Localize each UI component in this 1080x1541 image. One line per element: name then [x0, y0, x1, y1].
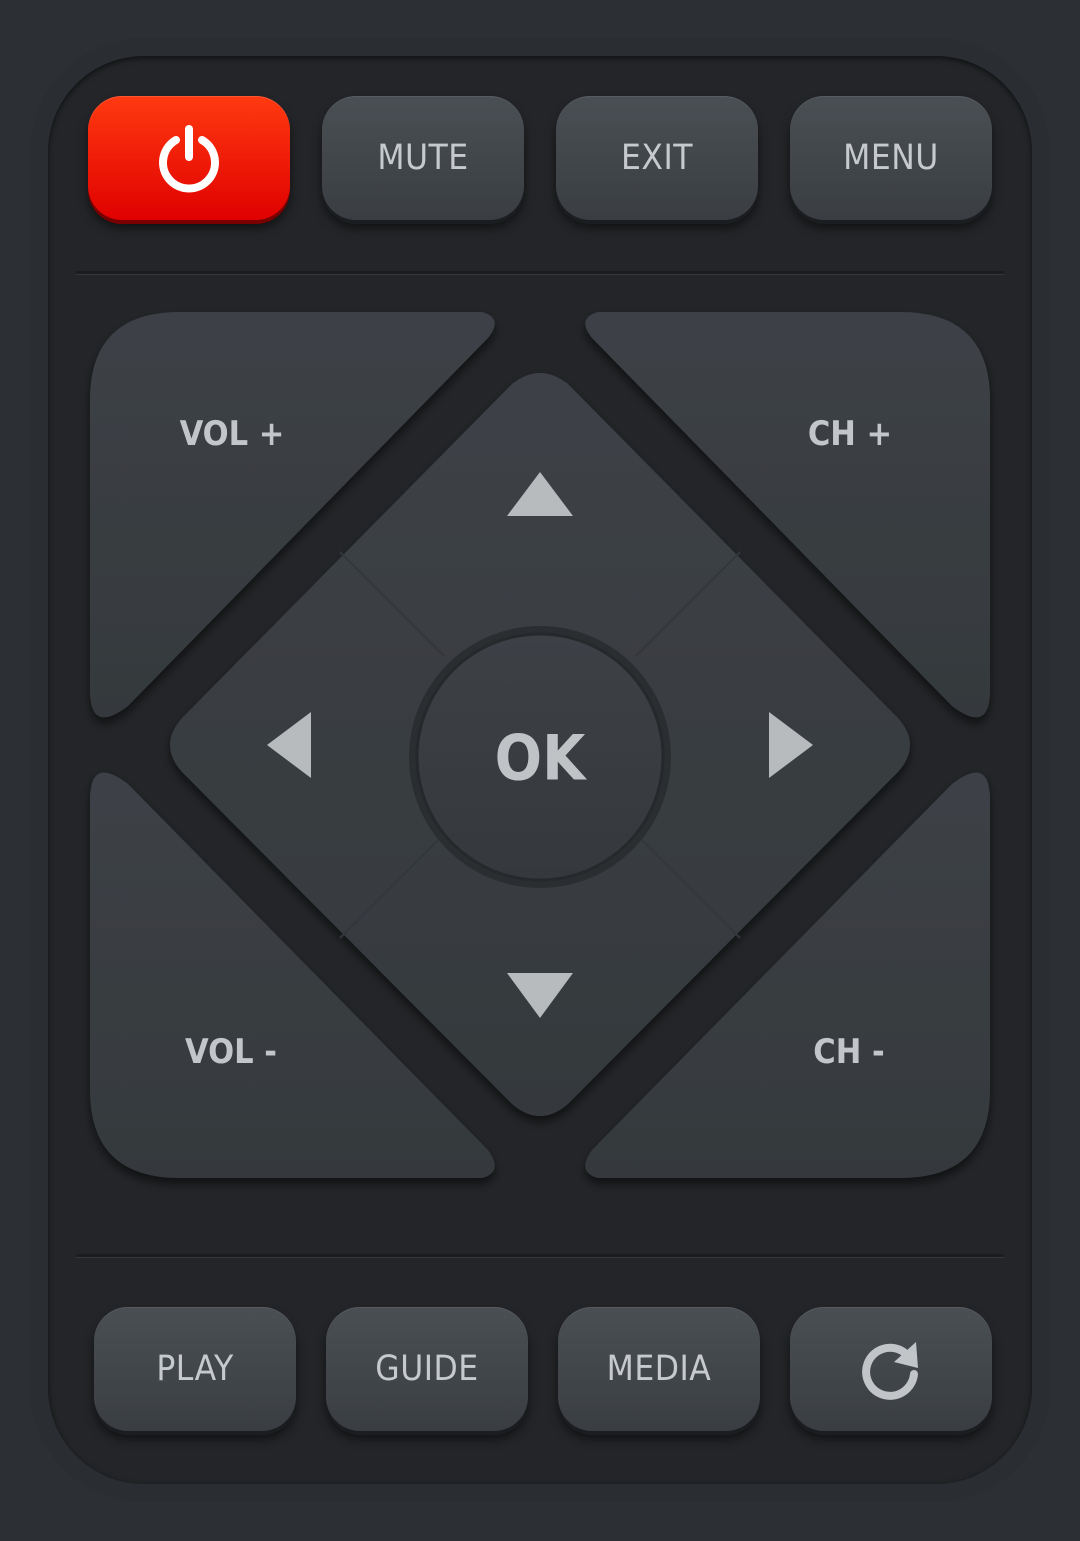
guide-label: GUIDE	[375, 1349, 479, 1389]
ok-label: OK	[494, 721, 586, 795]
refresh-button[interactable]	[790, 1307, 992, 1431]
ch-down-label: CH -	[813, 1032, 885, 1072]
ch-up-label: CH +	[807, 414, 893, 454]
play-button[interactable]: PLAY	[94, 1307, 296, 1431]
refresh-icon	[862, 1342, 918, 1400]
play-label: PLAY	[156, 1349, 234, 1389]
vol-up-label: VOL +	[179, 414, 285, 454]
guide-button[interactable]: GUIDE	[326, 1307, 528, 1431]
divider-bottom	[76, 1254, 1004, 1258]
media-button[interactable]: MEDIA	[558, 1307, 760, 1431]
vol-down-label: VOL -	[185, 1032, 277, 1072]
media-label: MEDIA	[606, 1349, 712, 1389]
